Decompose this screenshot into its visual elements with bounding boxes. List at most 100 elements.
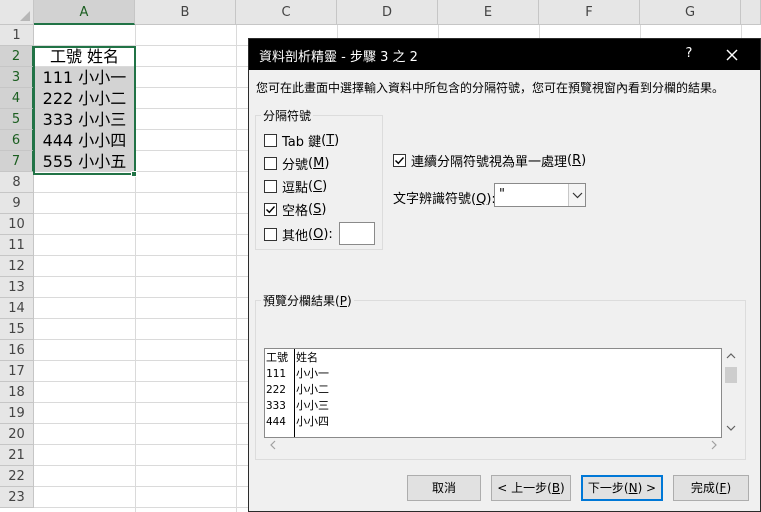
preview-cell: 333	[266, 399, 286, 412]
grid-line	[236, 25, 237, 512]
row-header-22[interactable]: 22	[0, 466, 34, 487]
row-header-18[interactable]: 18	[0, 382, 34, 403]
delimiter-other-label: 其他	[282, 228, 309, 244]
checkbox-box[interactable]	[264, 227, 277, 241]
consecutive-delimiters-checkbox[interactable]: 連續分隔符號視為單一處理(R)	[393, 151, 586, 170]
checkmark-icon	[395, 156, 405, 164]
help-button[interactable]: ?	[681, 46, 697, 61]
delimiter-semicolon-key: M	[313, 155, 325, 171]
row-header-14[interactable]: 14	[0, 298, 34, 319]
preview-cell: 111	[266, 367, 286, 380]
column-header-b[interactable]: B	[135, 0, 236, 25]
selection-range-outline	[33, 46, 136, 175]
delimiter-other-checkbox[interactable]: 其他(O):	[264, 225, 333, 244]
delimiter-space-checkbox[interactable]: 空格(S)	[264, 200, 326, 219]
finish-button[interactable]: 完成(F)	[673, 475, 749, 501]
row-header-16[interactable]: 16	[0, 340, 34, 361]
column-header-e[interactable]: E	[438, 0, 539, 25]
row-header-9[interactable]: 9	[0, 193, 34, 214]
text-to-columns-dialog: 資料剖析精靈 - 步驟 3 之 2 ? 您可在此畫面中選擇輸入資料中所包含的分隔…	[248, 38, 761, 512]
text-qualifier-text: 文字辨識符號	[393, 192, 472, 207]
select-all-corner[interactable]	[0, 0, 34, 25]
close-icon	[726, 49, 738, 61]
back-button[interactable]: < 上一步(B)	[491, 475, 571, 501]
delimiter-comma-key: C	[313, 178, 323, 194]
row-header-1[interactable]: 1	[0, 25, 34, 46]
row-header-10[interactable]: 10	[0, 214, 34, 235]
delimiter-tab-checkbox[interactable]: Tab 鍵(T)	[264, 131, 339, 150]
delimiter-other-key: O	[313, 226, 324, 242]
delimiter-semicolon-label: 分號	[282, 157, 309, 173]
preview-horizontal-scrollbar[interactable]	[264, 438, 723, 452]
text-qualifier-key: Q	[476, 192, 487, 207]
row-header-8[interactable]: 8	[0, 172, 34, 193]
data-preview-pane[interactable]: 工號 姓名 111 小小一 222 小小二 333 小小三 444 小小四	[264, 348, 722, 438]
row-header-15[interactable]: 15	[0, 319, 34, 340]
instruction-text: 您可在此畫面中選擇輸入資料中所包含的分隔符號，您可在預覽視窗內看到分欄的結果。	[256, 81, 725, 95]
row-header-7[interactable]: 7	[0, 151, 34, 172]
checkbox-box[interactable]	[264, 156, 277, 170]
checkbox-box[interactable]	[393, 153, 406, 167]
checkbox-box[interactable]	[264, 202, 277, 216]
delimiter-comma-label: 逗點	[282, 180, 309, 196]
delimiter-tab-label: Tab 鍵	[282, 134, 322, 150]
scrollbar-thumb[interactable]	[725, 367, 737, 383]
column-header-h-partial[interactable]	[741, 0, 761, 25]
scroll-down-icon[interactable]	[723, 420, 739, 436]
preview-cell: 小小三	[296, 399, 329, 412]
delimiters-group-label: 分隔符號	[261, 107, 314, 124]
checkbox-box[interactable]	[264, 133, 277, 147]
row-header-19[interactable]: 19	[0, 403, 34, 424]
row-header-23[interactable]: 23	[0, 487, 34, 508]
delimiter-semicolon-checkbox[interactable]: 分號(M)	[264, 154, 329, 173]
delimiter-space-label: 空格	[282, 203, 309, 219]
checkbox-box[interactable]	[264, 179, 277, 193]
cancel-button[interactable]: 取消	[407, 475, 481, 501]
scroll-up-icon[interactable]	[723, 348, 739, 364]
preview-vertical-scrollbar[interactable]	[723, 348, 739, 438]
checkmark-icon	[266, 205, 276, 213]
row-header-13[interactable]: 13	[0, 277, 34, 298]
row-header-5[interactable]: 5	[0, 109, 34, 130]
next-button[interactable]: 下一步(N) >	[581, 475, 663, 501]
column-header-a[interactable]: A	[34, 0, 135, 25]
consecutive-label: 連續分隔符號視為單一處理	[411, 154, 568, 170]
next-button-label: 下一步	[587, 481, 624, 495]
column-header-f[interactable]: F	[539, 0, 640, 25]
row-header-2[interactable]: 2	[0, 46, 34, 67]
column-break-line[interactable]	[294, 349, 295, 437]
scroll-left-icon[interactable]	[266, 438, 280, 452]
row-header-6[interactable]: 6	[0, 130, 34, 151]
row-header-20[interactable]: 20	[0, 424, 34, 445]
finish-button-label: 完成	[690, 481, 715, 495]
other-delimiter-input[interactable]	[339, 222, 375, 245]
chevron-down-icon	[572, 192, 583, 199]
text-qualifier-select[interactable]: "	[494, 183, 586, 207]
row-header-3[interactable]: 3	[0, 67, 34, 88]
row-header-17[interactable]: 17	[0, 361, 34, 382]
row-header-21[interactable]: 21	[0, 445, 34, 466]
delimiter-comma-checkbox[interactable]: 逗點(C)	[264, 177, 327, 196]
dropdown-button[interactable]	[568, 184, 585, 206]
dialog-title-bar[interactable]: 資料剖析精靈 - 步驟 3 之 2 ?	[249, 39, 760, 70]
delimiter-tab-key: T	[326, 132, 335, 148]
row-header-11[interactable]: 11	[0, 235, 34, 256]
fill-handle[interactable]	[131, 171, 137, 177]
back-button-label: < 上一步	[497, 481, 548, 495]
preview-cell: 姓名	[296, 351, 318, 364]
next-button-key: N	[628, 481, 638, 495]
preview-label-key: P	[339, 294, 347, 308]
column-header-d[interactable]: D	[337, 0, 438, 25]
column-header-c[interactable]: C	[236, 0, 337, 25]
preview-cell: 工號	[266, 351, 288, 364]
row-header-12[interactable]: 12	[0, 256, 34, 277]
row-header-4[interactable]: 4	[0, 88, 34, 109]
dialog-title: 資料剖析精靈 - 步驟 3 之 2	[259, 50, 418, 65]
preview-cell: 小小二	[296, 383, 329, 396]
column-header-g[interactable]: G	[640, 0, 741, 25]
back-button-key: B	[551, 481, 561, 495]
text-qualifier-label: 文字辨識符號(Q):	[393, 192, 496, 207]
close-button[interactable]	[719, 45, 745, 65]
preview-cell: 小小四	[296, 415, 329, 428]
scroll-right-icon[interactable]	[707, 438, 721, 452]
